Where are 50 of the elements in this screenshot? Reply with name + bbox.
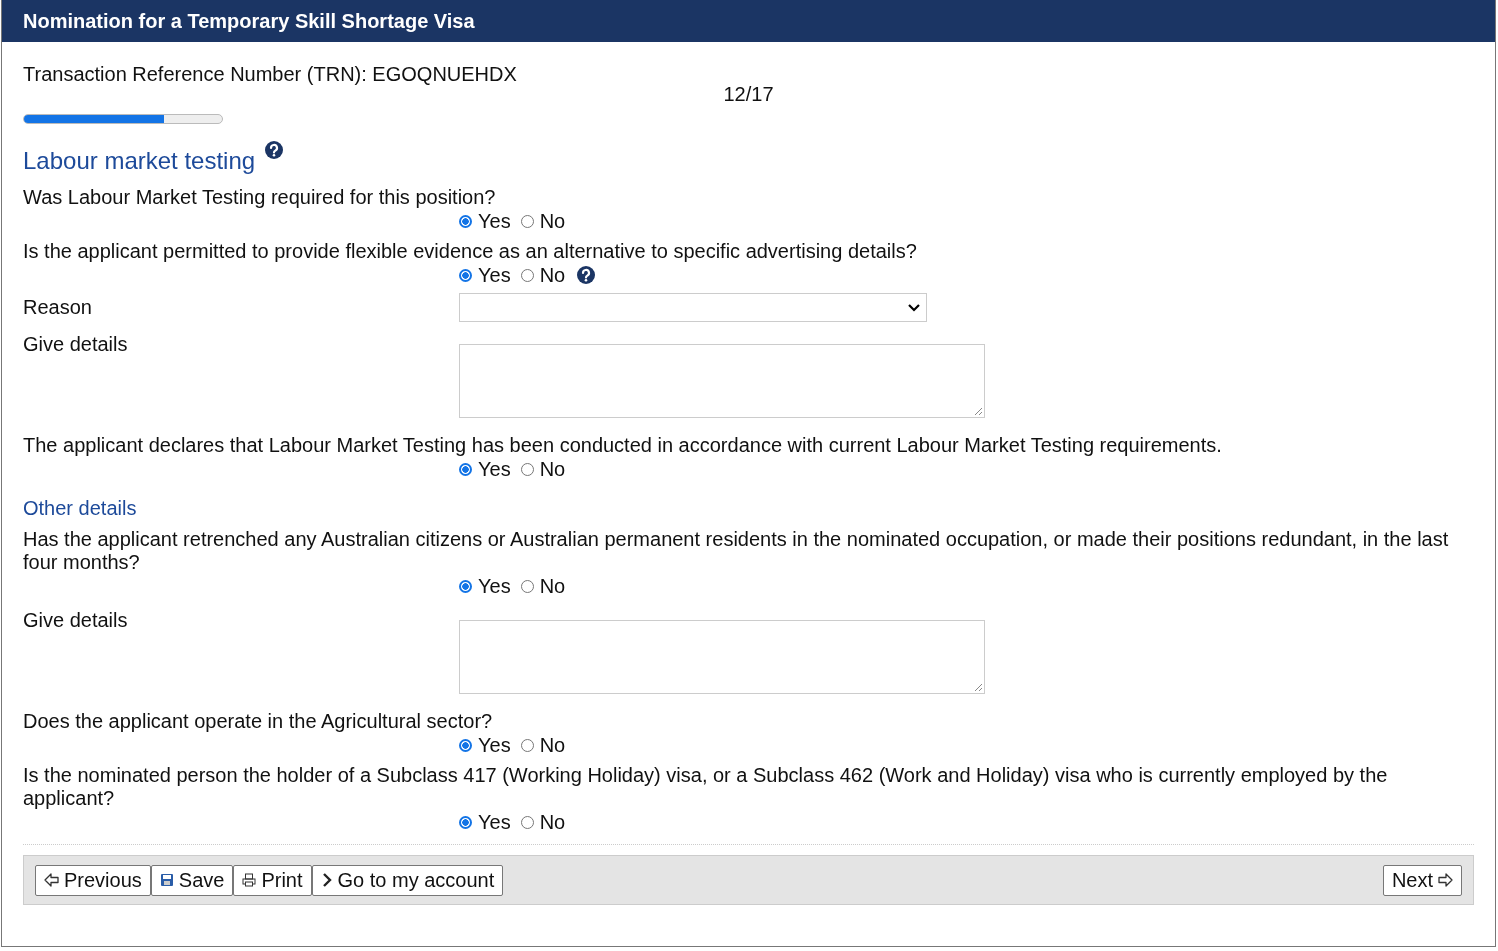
radio-button[interactable] <box>520 579 534 593</box>
section-heading: Labour market testing <box>23 146 256 176</box>
question-text: Is the applicant permitted to provide flexible evidence as an alternative to specific advertising details? <box>23 240 918 263</box>
account-button[interactable]: Go to my account <box>311 864 504 896</box>
right-arrow-icon <box>1438 873 1453 887</box>
radio-button[interactable] <box>520 462 534 476</box>
resize-grip-icon <box>973 406 983 416</box>
radio-label[interactable]: No <box>539 810 566 834</box>
printer-icon <box>242 873 257 887</box>
radio-label[interactable]: Yes <box>478 263 511 287</box>
resize-grip-icon <box>973 682 983 692</box>
radio-button[interactable] <box>459 462 472 476</box>
radio-label[interactable]: No <box>539 457 566 481</box>
radio-button[interactable] <box>459 268 472 282</box>
reference-number: Transaction Reference Number (TRN): EGOQNUEHDX <box>23 62 518 87</box>
radio-label[interactable]: Yes <box>478 810 511 834</box>
previous-button[interactable]: Previous <box>35 864 151 896</box>
field-label: Give details <box>23 332 129 357</box>
save-button[interactable]: Save <box>150 864 234 896</box>
print-button[interactable]: Print <box>233 864 312 896</box>
chevron-right-icon <box>320 873 333 887</box>
question-text: Is the nominated person the holder of a Subclass 417 (Working Holiday) visa, or a Subclass 462 (Work and Holiday) visa who is currently employed by the applicant? <box>23 764 1389 810</box>
field-label: Reason <box>23 295 93 320</box>
field-label: Give details <box>23 608 129 633</box>
radio-button[interactable] <box>520 815 534 829</box>
radio-button[interactable] <box>459 214 472 228</box>
radio-button[interactable] <box>459 738 472 752</box>
question-text: Has the applicant retrenched any Australian citizens or Australian permanent residents in the nominated occupation, or made their positions redundant, in the last four months? <box>23 528 1450 574</box>
radio-button[interactable] <box>520 738 534 752</box>
window-title: Nomination for a Temporary Skill Shortage Visa <box>2 0 1495 42</box>
radio-label[interactable]: No <box>539 209 566 233</box>
step-counter: 12/17 <box>722 83 775 105</box>
question-text: Was Labour Market Testing required for this position? <box>23 186 497 209</box>
radio-button[interactable] <box>459 579 472 593</box>
next-button[interactable]: Next <box>1382 864 1462 896</box>
radio-button[interactable] <box>459 815 472 829</box>
radio-label[interactable]: No <box>539 263 566 287</box>
chevron-down-icon <box>907 302 921 313</box>
radio-button[interactable] <box>520 214 534 228</box>
left-arrow-icon <box>44 873 59 887</box>
radio-label[interactable]: Yes <box>478 209 511 233</box>
radio-label[interactable]: Yes <box>478 574 511 598</box>
radio-label[interactable]: No <box>539 733 566 757</box>
radio-label[interactable]: Yes <box>478 457 511 481</box>
question-text: Does the applicant operate in the Agricultural sector? <box>23 710 494 733</box>
question-text: The applicant declares that Labour Market Testing has been conducted in accordance with current Labour Market Testing requirements. <box>23 434 1223 457</box>
section-heading: Other details <box>23 496 138 521</box>
radio-label[interactable]: No <box>539 574 566 598</box>
radio-button[interactable] <box>520 268 534 282</box>
radio-label[interactable]: Yes <box>478 733 511 757</box>
